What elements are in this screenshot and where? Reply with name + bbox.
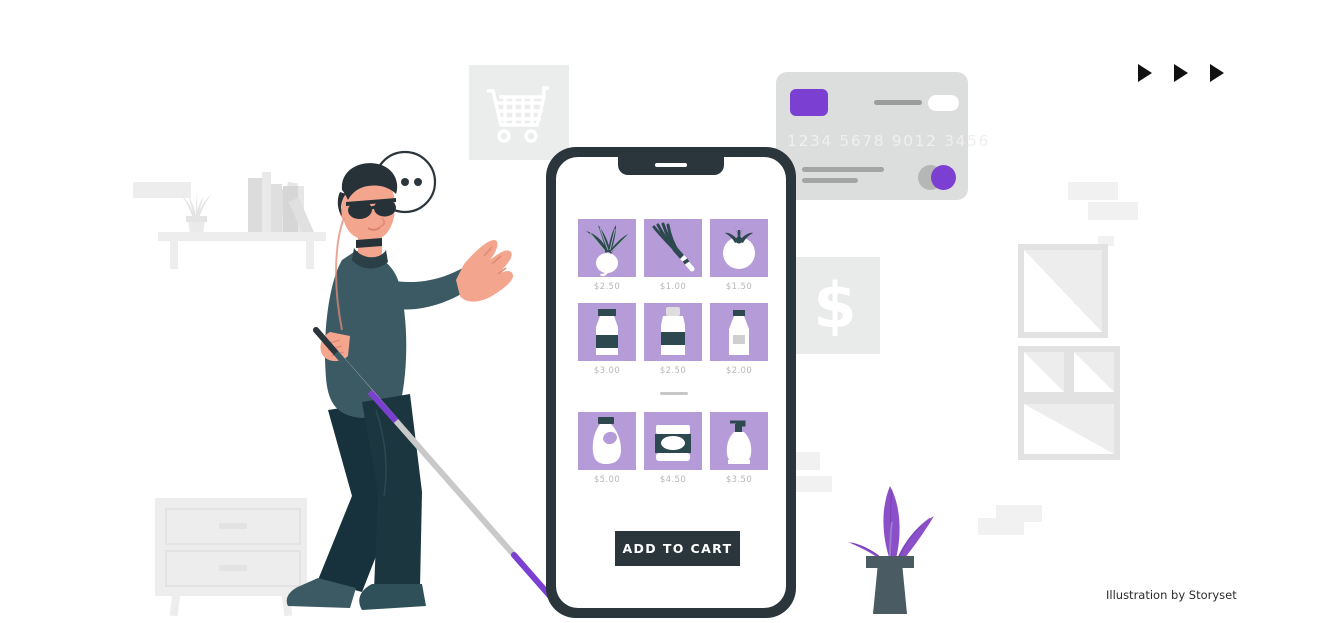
milk-carton-icon xyxy=(710,303,768,361)
card-chip-icon xyxy=(790,89,828,116)
product-price: $3.00 xyxy=(593,366,621,376)
product-item[interactable]: $1.50 xyxy=(710,219,768,292)
shelf-plant-icon xyxy=(180,192,212,234)
card-line-a xyxy=(802,167,884,172)
scallion-icon xyxy=(644,219,702,277)
card-logo-circle-purple xyxy=(931,165,956,190)
phone-screen: $2.50 $1.00 $1.50 $3.00 $2.50 $2.00 $5.0… xyxy=(556,157,786,608)
card-oval-badge xyxy=(928,95,959,111)
smartphone-mockup: $2.50 $1.00 $1.50 $3.00 $2.50 $2.00 $5.0… xyxy=(546,147,796,618)
product-price: $2.00 xyxy=(725,366,753,376)
bg-block-1 xyxy=(1068,182,1118,200)
shopping-cart-icon xyxy=(487,86,549,143)
product-item[interactable]: $3.50 xyxy=(710,412,768,485)
product-item[interactable]: $2.50 xyxy=(644,303,702,376)
card-line-b xyxy=(802,178,858,183)
plant-pot xyxy=(873,565,907,614)
drawer-handle xyxy=(219,565,247,571)
product-price: $2.50 xyxy=(593,282,621,292)
picture-frame-small-left xyxy=(1018,346,1070,398)
picture-frame-small-right xyxy=(1068,346,1120,398)
product-price: $1.00 xyxy=(659,282,687,292)
dairy-row: $3.00 $2.50 $2.00 xyxy=(578,303,770,376)
product-item[interactable]: $3.00 xyxy=(578,303,636,376)
phone-speaker-icon xyxy=(655,163,687,167)
yogurt-jar-icon xyxy=(644,303,702,361)
grid-divider xyxy=(660,392,688,395)
play-triangle-icon[interactable] xyxy=(1138,64,1152,82)
tomato-icon xyxy=(710,219,768,277)
illustration-stage: 1234 5678 9012 3456 $ $2.50 $1.00 $1.50 … xyxy=(0,0,1326,618)
add-to-cart-button[interactable]: ADD TO CART xyxy=(615,531,740,566)
play-triangle-icon[interactable] xyxy=(1210,64,1224,82)
soap-dispenser-icon xyxy=(710,412,768,470)
product-item[interactable]: $1.00 xyxy=(644,219,702,292)
detergent-bottle-icon xyxy=(578,412,636,470)
product-item[interactable]: $2.50 xyxy=(578,219,636,292)
dollar-sign-icon: $ xyxy=(813,269,857,342)
product-price: $1.50 xyxy=(725,282,753,292)
shelf-leg-left xyxy=(170,241,178,269)
nightstand-leg-left xyxy=(169,593,181,617)
product-price: $2.50 xyxy=(659,366,687,376)
bg-block-2 xyxy=(1088,202,1138,220)
milk-bottle-icon xyxy=(578,303,636,361)
card-number: 1234 5678 9012 3456 xyxy=(787,132,990,150)
book-3 xyxy=(248,178,262,232)
product-price: $3.50 xyxy=(725,475,753,485)
product-item[interactable]: $4.50 xyxy=(644,412,702,485)
turnip-icon xyxy=(578,219,636,277)
product-price: $5.00 xyxy=(593,475,621,485)
frame-diagonal-fill xyxy=(1074,352,1114,392)
credit-card-graphic: 1234 5678 9012 3456 xyxy=(776,72,990,200)
bg-block-4 xyxy=(996,505,1042,522)
product-item[interactable]: $2.00 xyxy=(710,303,768,376)
drawer-handle xyxy=(219,523,247,529)
open-hand xyxy=(456,240,514,302)
picture-frame-wide xyxy=(1018,398,1120,460)
product-item[interactable]: $5.00 xyxy=(578,412,636,485)
produce-row: $2.50 $1.00 $1.50 xyxy=(578,219,770,292)
household-row: $5.00 $4.50 $3.50 xyxy=(578,412,770,485)
credits-text: Illustration by Storyset xyxy=(1106,588,1237,602)
product-price: $4.50 xyxy=(659,475,687,485)
play-arrows xyxy=(1138,64,1224,82)
cream-tub-icon xyxy=(644,412,702,470)
frame-diagonal-fill xyxy=(1024,250,1102,332)
frame-diagonal-fill xyxy=(1024,404,1114,454)
card-line-top xyxy=(874,100,922,105)
dollar-sign-panel: $ xyxy=(790,257,880,354)
play-triangle-icon[interactable] xyxy=(1174,64,1188,82)
frame-diagonal-fill xyxy=(1024,352,1064,392)
white-cane xyxy=(300,320,570,610)
picture-frame-large xyxy=(1018,244,1108,338)
